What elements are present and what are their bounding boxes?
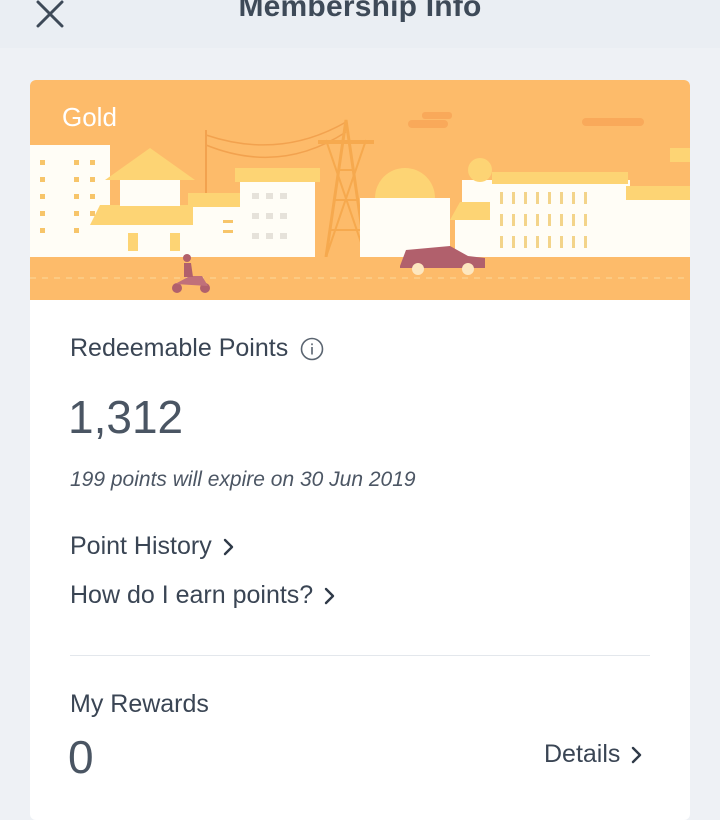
membership-card: Gold Redeemable Points 1,312 199 points … bbox=[30, 80, 690, 820]
section-divider bbox=[70, 655, 650, 656]
page-title: Membership Info bbox=[238, 0, 482, 23]
points-value: 1,312 bbox=[68, 391, 184, 443]
tier-banner bbox=[30, 80, 690, 300]
my-rewards-title: My Rewards bbox=[70, 690, 209, 718]
rewards-details-link[interactable]: Details bbox=[544, 740, 644, 769]
rewards-count: 0 bbox=[68, 731, 94, 783]
earn-points-link[interactable]: How do I earn points? bbox=[70, 581, 337, 610]
chevron-right-icon bbox=[632, 746, 642, 763]
point-history-link[interactable]: Point History bbox=[70, 532, 236, 561]
chevron-right-icon bbox=[223, 538, 233, 555]
earn-points-label: How do I earn points? bbox=[70, 581, 314, 609]
top-bar: Membership Info bbox=[0, 0, 720, 48]
redeemable-points-title: Redeemable Points bbox=[70, 334, 289, 362]
redeemable-points-header: Redeemable Points bbox=[70, 334, 324, 363]
expiry-note: 199 points will expire on 30 Jun 2019 bbox=[70, 468, 416, 491]
info-icon[interactable] bbox=[300, 337, 324, 361]
chevron-right-icon bbox=[325, 587, 335, 604]
point-history-label: Point History bbox=[70, 532, 212, 560]
details-label: Details bbox=[544, 740, 621, 768]
tier-label: Gold bbox=[62, 102, 117, 132]
